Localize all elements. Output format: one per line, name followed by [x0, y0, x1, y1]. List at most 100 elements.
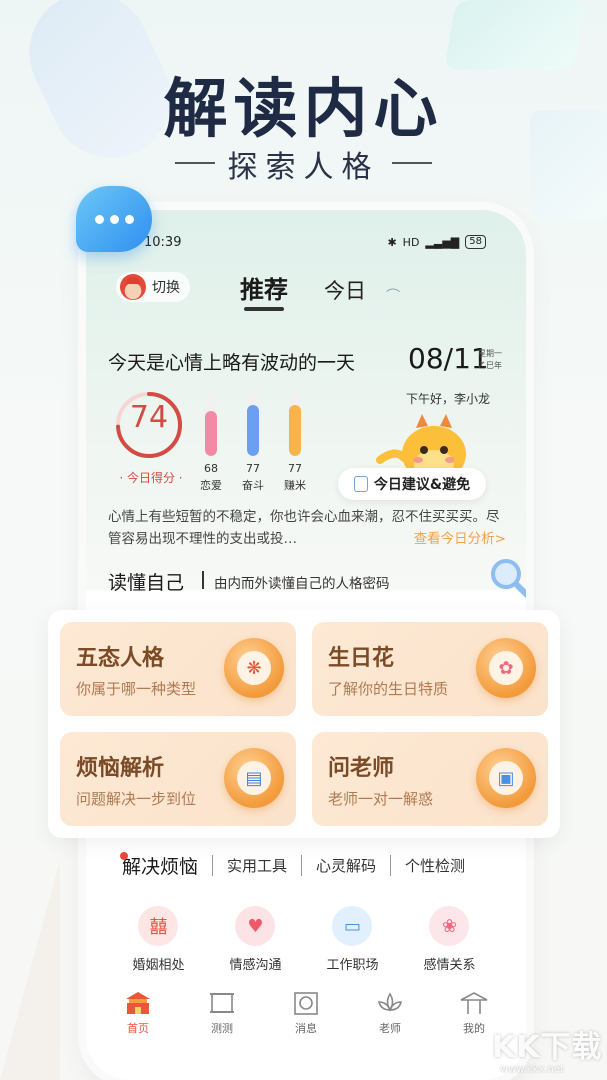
meter-fill	[205, 411, 217, 456]
meter-fill	[247, 405, 259, 456]
palace-icon	[126, 992, 150, 1014]
nav-label: 首页	[127, 1022, 149, 1035]
quick-item-emotion[interactable]: ♥ 情感沟通	[229, 906, 282, 988]
tab-today[interactable]: 今日	[324, 275, 366, 305]
year-label: 乙巳年	[478, 361, 502, 370]
divider	[175, 162, 215, 164]
marriage-icon: 囍	[138, 906, 179, 946]
decorative-shape	[0, 860, 60, 1080]
meter-track	[247, 390, 259, 456]
clipboard-icon	[353, 476, 368, 492]
quick-label: 婚姻相处	[132, 958, 185, 973]
pavilion-icon	[460, 992, 488, 1014]
chat-icon: ▣	[476, 748, 536, 808]
meter-fill	[289, 405, 301, 456]
meter-track	[205, 390, 217, 456]
meter-effort: 77 奋斗	[242, 390, 264, 493]
briefcase-icon: ▭	[332, 906, 373, 946]
promo-subline-text: 探索人格	[227, 150, 380, 185]
meter-name: 奋斗	[242, 479, 264, 492]
quick-label: 情感沟通	[229, 958, 282, 973]
mood-title: 今天是心情上略有波动的一天	[108, 352, 356, 374]
nav-test[interactable]: 测测	[192, 990, 252, 1036]
notebook-icon: ▤	[224, 748, 284, 808]
meter-name: 恋爱	[200, 479, 222, 492]
nav-label: 我的	[463, 1022, 485, 1035]
flower-icon: ✿	[476, 638, 536, 698]
card-title: 五态人格	[76, 645, 165, 671]
chat-bubble-icon	[76, 186, 152, 252]
meter-value: 77	[288, 462, 302, 475]
status-icons: ✱ HD ▂▃▅▇ 58	[387, 235, 486, 249]
advice-label: 今日建议&避免	[373, 477, 471, 493]
nav-teacher[interactable]: 老师	[360, 990, 420, 1036]
nav-label: 老师	[379, 1022, 401, 1035]
view-analysis-link[interactable]: 查看今日分析>	[414, 528, 506, 550]
flower-icon: ❀	[429, 906, 470, 946]
tab-personality-test[interactable]: 个性检测	[390, 855, 479, 876]
meter-name: 赚米	[284, 479, 306, 492]
divider	[392, 162, 432, 164]
meter-love: 68 恋爱	[200, 390, 222, 493]
divider	[202, 571, 204, 589]
watermark-url: www.kkx.net	[500, 1064, 564, 1075]
status-bar: 10:39 ✱ HD ▂▃▅▇ 58	[144, 232, 486, 252]
section-tabs: 解决烦恼 实用工具 心灵解码 个性检测	[119, 852, 479, 879]
lotus-icon	[377, 992, 403, 1012]
date-meta: 星期一 乙巳年	[478, 348, 502, 372]
advice-button[interactable]: 今日建议&避免	[338, 468, 486, 500]
tab-mind-decode[interactable]: 心灵解码	[301, 855, 390, 876]
header-tabs: 推荐 今日	[240, 270, 366, 311]
card-title: 问老师	[328, 755, 395, 781]
battery-icon: 58	[465, 235, 486, 249]
bottom-nav: 首页 测测 消息 老师 我的	[96, 986, 516, 1050]
switch-label: 切换	[152, 280, 180, 296]
scroll-icon	[210, 993, 234, 1013]
tab-tools[interactable]: 实用工具	[212, 855, 301, 876]
watermark-logo: KK下载	[492, 1030, 603, 1065]
heart-icon: ♥	[235, 906, 276, 946]
meter-value: 68	[204, 462, 218, 475]
quick-label: 工作职场	[326, 958, 379, 973]
quick-item-relationship[interactable]: ❀ 感情关系	[423, 906, 476, 988]
hd-icon: HD	[402, 235, 420, 249]
card-subtitle: 问题解决一步到位	[76, 790, 197, 808]
nav-home[interactable]: 首页	[108, 990, 168, 1036]
gong-icon	[294, 992, 318, 1015]
card-birthday-flower[interactable]: 生日花 了解你的生日特质 ✿	[312, 622, 548, 716]
switch-profile-button[interactable]: 切换	[116, 272, 190, 302]
card-ask-teacher[interactable]: 问老师 老师一对一解惑 ▣	[312, 732, 548, 826]
meter-value: 77	[246, 462, 260, 475]
meter-money: 77 赚米	[284, 390, 306, 493]
promo-subline: 探索人格	[0, 142, 607, 186]
signal-icon: ▂▃▅▇	[425, 235, 460, 249]
score-label: · 今日得分 ·	[119, 471, 183, 485]
mask-icon: ❋	[224, 638, 284, 698]
status-time: 10:39	[144, 234, 182, 250]
avatar	[120, 274, 146, 300]
card-subtitle: 老师一对一解惑	[328, 790, 434, 808]
quick-topics: 囍 婚姻相处 ♥ 情感沟通 ▭ 工作职场 ❀ 感情关系	[110, 892, 498, 988]
magnifier-icon	[491, 559, 526, 599]
card-title: 生日花	[328, 645, 395, 671]
nav-messages[interactable]: 消息	[276, 990, 336, 1036]
read-self-title: 读懂自己	[108, 572, 185, 594]
read-self-subtitle: 由内而外读懂自己的人格密码	[214, 576, 390, 592]
tab-recommend[interactable]: 推荐	[240, 270, 288, 311]
score-value: 74	[129, 400, 169, 435]
card-title: 烦恼解析	[76, 755, 165, 781]
mood-description: 心情上有些短暂的不稳定，你也许会心血来潮，忍不住买买买。尽管容易出现不理性的支出…	[108, 506, 506, 550]
nav-label: 消息	[295, 1022, 317, 1035]
meter-track	[289, 390, 301, 456]
tab-solve-worries[interactable]: 解决烦恼	[119, 852, 212, 879]
mood-meters: 68 恋爱 77 奋斗 77 赚米	[200, 390, 306, 493]
quick-item-work[interactable]: ▭ 工作职场	[326, 906, 379, 988]
quick-item-marriage[interactable]: 囍 婚姻相处	[132, 906, 185, 988]
feature-cards-panel: 五态人格 你属于哪一种类型 ❋ 生日花 了解你的生日特质 ✿ 烦恼解析 问题解决…	[48, 610, 560, 838]
card-worry-analysis[interactable]: 烦恼解析 问题解决一步到位 ▤	[60, 732, 296, 826]
card-five-personality[interactable]: 五态人格 你属于哪一种类型 ❋	[60, 622, 296, 716]
promo-headline: 解读内心	[163, 73, 444, 147]
nav-label: 测测	[211, 1022, 233, 1035]
greeting-text: 下午好，李小龙	[406, 392, 491, 406]
card-subtitle: 了解你的生日特质	[328, 680, 449, 698]
